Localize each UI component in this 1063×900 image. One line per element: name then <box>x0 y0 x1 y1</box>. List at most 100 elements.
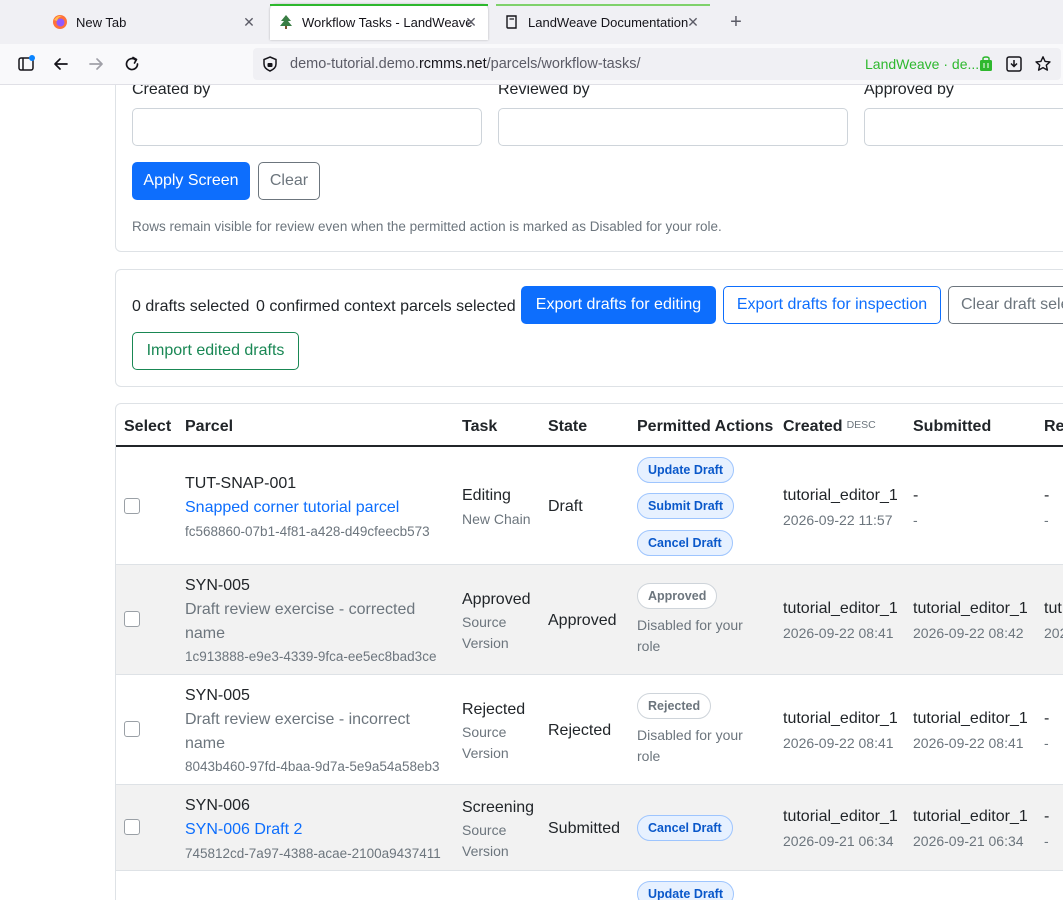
task-subtitle: Source <box>462 614 507 630</box>
apply-screen-button[interactable]: Apply Screen <box>132 162 250 200</box>
tab-new-tab[interactable]: New Tab ✕ <box>44 4 266 40</box>
state-badge: Rejected <box>637 693 712 719</box>
forward-arrow-icon[interactable] <box>84 52 108 76</box>
reviewed-at: - <box>1044 833 1049 849</box>
disabled-note-wrap: role <box>637 638 661 654</box>
submitted-at: - <box>913 512 918 528</box>
drafts-selected-count: 0 drafts selected <box>132 298 250 315</box>
clear-filters-button[interactable]: Clear <box>258 162 320 200</box>
reviewed-by: - <box>1044 487 1050 504</box>
row-select-checkbox[interactable] <box>124 498 140 514</box>
task-subtitle: Version <box>462 745 509 761</box>
task-name: Approved <box>462 591 531 608</box>
task-subtitle: Version <box>462 635 509 651</box>
parcel-uuid: 8043b460-97fd-4baa-9d7a-5e9a54a58eb3 <box>185 759 440 774</box>
landweave-logo-icon <box>280 15 292 29</box>
tab-workflow-tasks[interactable]: Workflow Tasks - LandWeave ✕ <box>270 4 488 40</box>
close-tab-icon[interactable]: ✕ <box>240 13 258 31</box>
submitted-by: tutorial_editor_1 <box>913 808 1028 825</box>
header-reviewed[interactable]: Re <box>1044 418 1063 436</box>
parcel-code: SYN-006 <box>185 797 250 814</box>
sidebar-toggle-icon[interactable] <box>14 52 38 76</box>
parcel-name-link[interactable]: Snapped corner tutorial parcel <box>185 499 399 517</box>
import-edited-drafts-button[interactable]: Import edited drafts <box>132 332 299 370</box>
address-bar[interactable]: demo-tutorial.demo.rcmms.net/parcels/wor… <box>253 48 1061 80</box>
filter-card: Created by Reviewed by Approved by Apply… <box>115 85 1063 252</box>
approved-by-input[interactable] <box>864 108 1063 146</box>
header-created[interactable]: Created DESC <box>783 418 876 436</box>
parcel-name-link[interactable]: SYN-006 Draft 2 <box>185 821 302 839</box>
state-value: Approved <box>548 612 617 629</box>
reviewed-by: - <box>1044 710 1050 727</box>
tab-title: New Tab <box>76 14 127 30</box>
task-subtitle: Source <box>462 724 507 740</box>
bookmark-star-icon[interactable] <box>1034 55 1052 73</box>
header-select: Select <box>124 418 172 435</box>
cancel-draft-button[interactable]: Cancel Draft <box>637 530 733 556</box>
submit-draft-button[interactable]: Submit Draft <box>637 493 734 519</box>
row-select-checkbox[interactable] <box>124 819 140 835</box>
created-by: tutorial_editor_1 <box>783 808 898 825</box>
table-row: SYN-006 SYN-006 Draft 2 745812cd-7a97-43… <box>116 785 1063 871</box>
filter-note: Rows remain visible for review even when… <box>132 219 722 234</box>
header-task[interactable]: Task <box>462 418 497 436</box>
reviewed-by: - <box>1044 808 1050 825</box>
created-at: 2026-09-21 06:34 <box>783 833 894 849</box>
close-tab-icon[interactable]: ✕ <box>684 13 702 31</box>
task-name: Screening <box>462 799 535 816</box>
task-subtitle: New Chain <box>462 511 531 527</box>
download-icon[interactable] <box>1005 55 1023 73</box>
firefox-icon <box>53 15 67 29</box>
table-row: Update Draft <box>116 871 1063 900</box>
reload-icon[interactable] <box>120 52 144 76</box>
table-row: SYN-005 Draft review exercise - correcte… <box>116 565 1063 675</box>
landweave-extension-label[interactable]: LandWeave · de... <box>865 56 979 72</box>
tab-landweave-docs[interactable]: LandWeave Documentation ✕ <box>496 4 710 40</box>
submitted-by: - <box>913 487 919 504</box>
update-draft-button[interactable]: Update Draft <box>637 457 735 483</box>
close-tab-icon[interactable]: ✕ <box>462 13 480 31</box>
site-security-icon[interactable] <box>261 55 279 73</box>
created-by-input[interactable] <box>132 108 482 146</box>
table-row: TUT-SNAP-001 Snapped corner tutorial par… <box>116 447 1063 565</box>
created-by-label: Created by <box>132 85 211 98</box>
page-content: Created by Reviewed by Approved by Apply… <box>0 85 1063 900</box>
export-drafts-inspection-button[interactable]: Export drafts for inspection <box>723 286 941 324</box>
submitted-by: tutorial_editor_1 <box>913 710 1028 727</box>
task-subtitle: Source <box>462 822 507 838</box>
parcel-code: SYN-005 <box>185 687 250 704</box>
reviewed-by-input[interactable] <box>498 108 848 146</box>
clear-draft-selection-button[interactable]: Clear draft sele <box>948 286 1063 324</box>
parcel-name-wrap: name <box>185 625 226 642</box>
row-select-checkbox[interactable] <box>124 611 140 627</box>
header-submitted[interactable]: Submitted <box>913 418 991 436</box>
task-subtitle: Version <box>462 843 509 859</box>
row-select-checkbox[interactable] <box>124 721 140 737</box>
new-tab-plus-icon[interactable]: + <box>724 11 748 35</box>
export-drafts-editing-button[interactable]: Export drafts for editing <box>521 286 716 324</box>
table-row: SYN-005 Draft review exercise - incorrec… <box>116 675 1063 785</box>
update-draft-button[interactable]: Update Draft <box>637 881 735 900</box>
parcel-name-wrap: name <box>185 735 226 752</box>
extension-bag-icon[interactable] <box>977 55 995 73</box>
submitted-by: tutorial_editor_1 <box>913 600 1028 617</box>
state-value: Draft <box>548 498 583 515</box>
submitted-at: 2026-09-22 08:42 <box>913 625 1024 641</box>
parcel-uuid: 1c913888-e9e3-4339-9fca-ee5ec8bad3ce <box>185 649 437 664</box>
reviewed-at: 202 <box>1044 625 1063 641</box>
disabled-note: Disabled for your <box>637 727 743 743</box>
header-state[interactable]: State <box>548 418 587 436</box>
workflow-tasks-table: Select Parcel Task State Permitted Actio… <box>115 403 1063 900</box>
cancel-draft-button[interactable]: Cancel Draft <box>637 815 733 841</box>
header-permitted-actions: Permitted Actions <box>637 418 774 435</box>
tab-accent-bar <box>496 4 710 6</box>
approved-by-label: Approved by <box>864 85 954 98</box>
tab-title: Workflow Tasks - LandWeave <box>302 14 473 30</box>
parcel-uuid: fc568860-07b1-4f81-a428-d49cfeecb573 <box>185 524 430 539</box>
header-parcel[interactable]: Parcel <box>185 418 233 436</box>
back-arrow-icon[interactable] <box>49 52 73 76</box>
reviewed-by: tut <box>1044 600 1062 617</box>
state-badge: Approved <box>637 583 718 609</box>
parcel-code: SYN-005 <box>185 577 250 594</box>
book-icon <box>506 15 517 29</box>
